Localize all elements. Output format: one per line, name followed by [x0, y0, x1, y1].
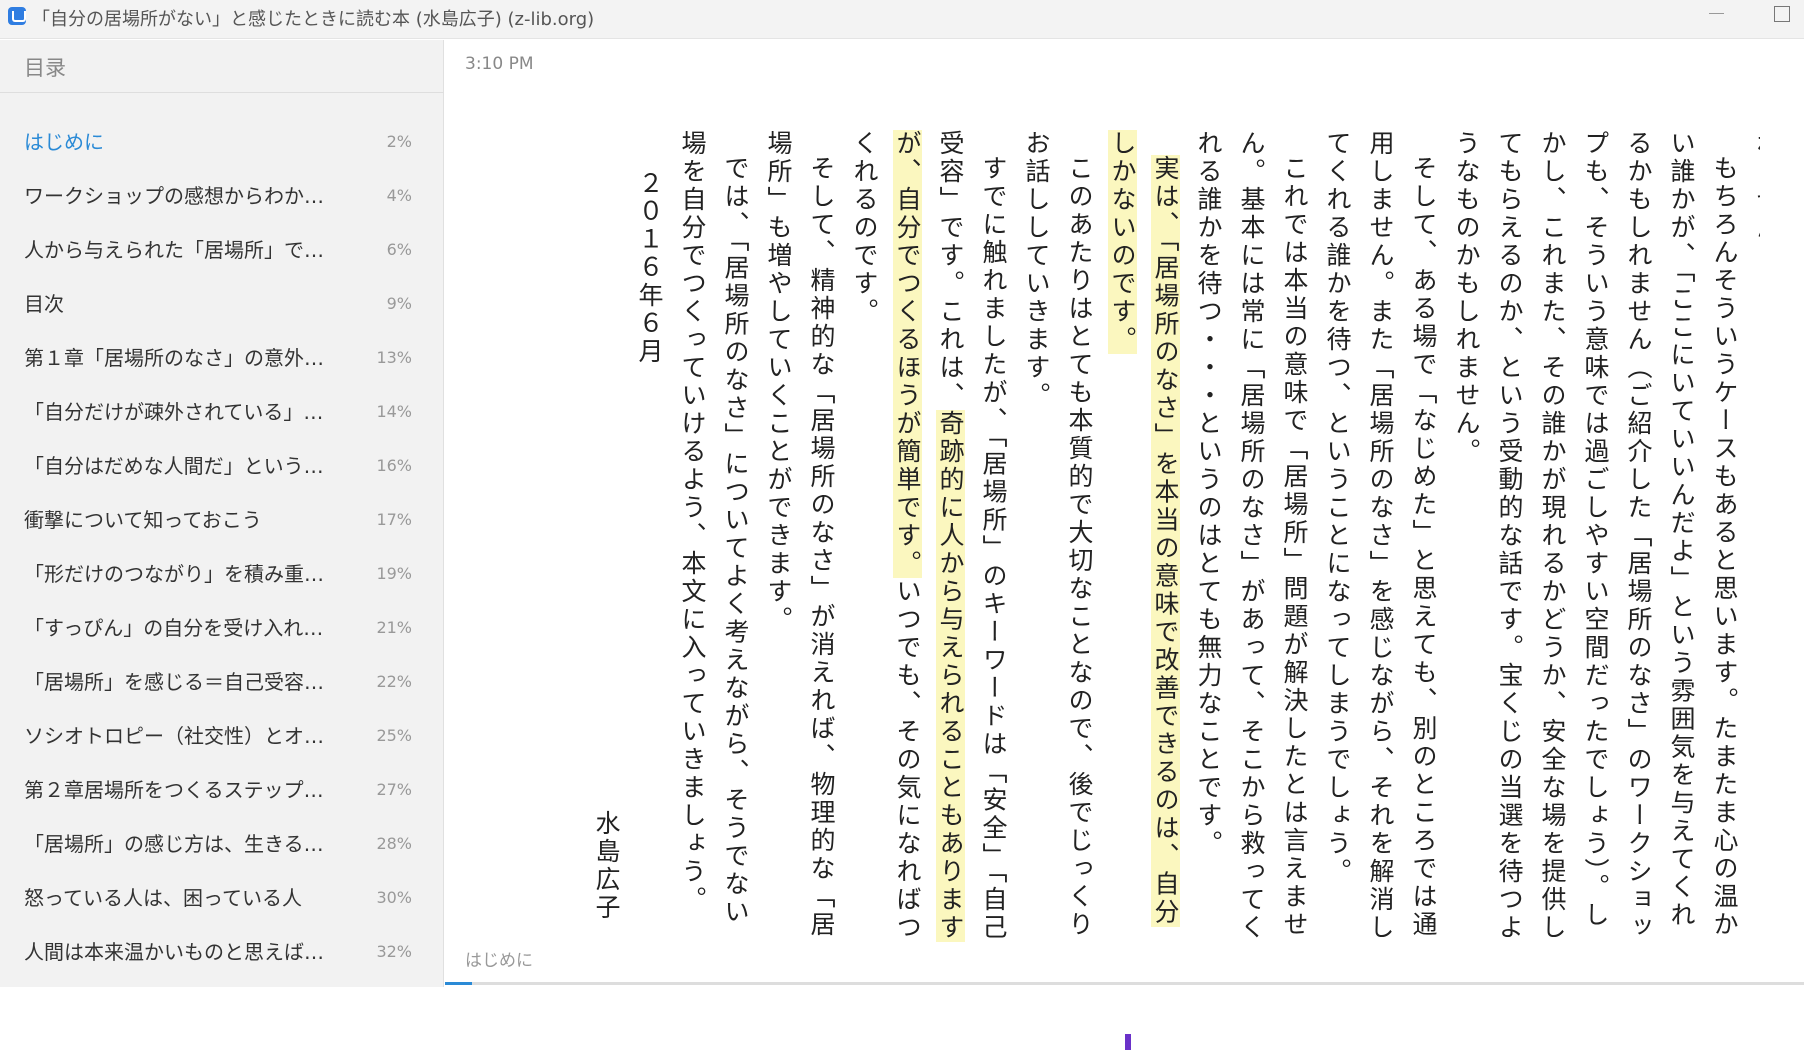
toc-item-percent: 6% — [386, 240, 412, 259]
toc-item-label: 第２章居場所をつくるステップ… — [24, 778, 324, 802]
toc-item[interactable]: 「居場所」の感じ方は、生きる… 28% — [0, 830, 444, 884]
toc-item-label: はじめに — [24, 130, 104, 154]
toc-item-label: 「自分はだめな人間だ」という… — [24, 454, 324, 478]
toc-item-percent: 14% — [376, 402, 412, 421]
toc-item-label: ソシオトロピー（社交性）とオ… — [24, 724, 324, 748]
paragraph: もちろんそういうケースもあると思います。たまたま心の温かい誰かが、「ここにいてい… — [1452, 130, 1739, 942]
paragraph: これでは本当の意味で「居場所」問題が解決したとは言えません。基本には常に「居場所… — [1194, 130, 1309, 942]
toc-item-label: 「居場所」を感じる＝自己受容… — [24, 670, 324, 694]
table-of-contents-sidebar: 目录 はじめに 2% ワークショップの感想からわか… 4% 人から与えられた「居場所」で… — [0, 40, 444, 987]
toc-item-label: 「自分だけが疎外されている」… — [24, 400, 324, 424]
book-app-icon — [8, 7, 26, 25]
title-bar: 「自分の居場所がない」と感じたときに読む本 (水島広子) (z-lib.org) — [0, 0, 1804, 39]
toc-item[interactable]: 第１章「居場所のなさ」の意外… 13% — [0, 344, 444, 398]
date-line: ２０１６年６月 — [635, 170, 664, 366]
toc-item-percent: 4% — [386, 186, 412, 205]
reader-pane[interactable]: 3:10 PM れません。 もちろんそういうケースもあると思います。たまたま心の… — [445, 40, 1804, 987]
toc-item-percent: 16% — [376, 456, 412, 475]
toc-item-percent: 21% — [376, 618, 412, 637]
toc-item[interactable]: 衝撃について知っておこう 17% — [0, 506, 444, 560]
vertical-text: れません。 もちろんそういうケースもあると思います。たまたま心の温かい誰かが、「… — [585, 130, 1760, 950]
toc-item[interactable]: 「すっぴん」の自分を受け入れ… 21% — [0, 614, 444, 668]
toc-item[interactable]: 「形だけのつながり」を積み重… 19% — [0, 560, 444, 614]
chapter-footer: はじめに — [465, 951, 533, 971]
toc-item-percent: 27% — [376, 780, 412, 799]
toc-item-label: 「すっぴん」の自分を受け入れ… — [24, 616, 324, 640]
toc-item-percent: 25% — [376, 726, 412, 745]
paragraph-highlighted: 実は、「居場所のなさ」を本当の意味で改善できるのは、自分しかないのです。 — [1101, 130, 1187, 950]
toc-item[interactable]: 人から与えられた「居場所」で… 6% — [0, 236, 444, 290]
toc-item-percent: 17% — [376, 510, 412, 529]
toc-item-percent: 2% — [386, 132, 412, 151]
divider — [0, 92, 444, 93]
toc-item[interactable]: 「自分だけが疎外されている」… 14% — [0, 398, 444, 452]
toc-item-label: 「居場所」の感じ方は、生きる… — [24, 832, 324, 856]
toc-header: 目录 — [24, 56, 66, 80]
highlight[interactable]: 実は、「居場所のなさ」を本当の意味で改善できるのは、自分しかないのです。 — [1108, 130, 1180, 927]
toc-item-percent: 13% — [376, 348, 412, 367]
toc-item[interactable]: 「居場所」を感じる＝自己受容… 22% — [0, 668, 444, 722]
toc-item-percent: 32% — [376, 942, 412, 961]
toc-item-percent: 30% — [376, 888, 412, 907]
toc-item[interactable]: 第２章居場所をつくるステップ… 27% — [0, 776, 444, 830]
toc-item-percent: 9% — [386, 294, 412, 313]
toc-item[interactable]: ソシオトロピー（社交性）とオ… 25% — [0, 722, 444, 776]
reading-progress-fill — [445, 982, 472, 985]
minimize-icon[interactable] — [1705, 11, 1729, 31]
paragraph: そして、精神的な「居場所のなさ」が消えれば、物理的な「居場所」も増やしていくこと… — [764, 130, 836, 939]
toc-item[interactable]: 「自分はだめな人間だ」という… 16% — [0, 452, 444, 506]
reading-progress-bar[interactable] — [445, 982, 1804, 985]
paragraph: このあたりはとても本質的で大切なことなので、後でじっくりお話ししていきます。 — [1022, 130, 1094, 939]
toc-item-label: 怒っている人は、困っている人 — [24, 886, 302, 910]
author-signature: 水島広子 — [592, 810, 621, 922]
toc-item[interactable]: はじめに 2% — [0, 128, 444, 182]
toc-item-percent: 19% — [376, 564, 412, 583]
window-title: 「自分の居場所がない」と感じたときに読む本 (水島広子) (z-lib.org) — [32, 9, 595, 30]
toc-list: はじめに 2% ワークショップの感想からわか… 4% 人から与えられた「居場所」で… 6%… — [0, 128, 444, 992]
toc-item-label: 人間は本来温かいものと思えば… — [24, 940, 324, 964]
toc-item-label: 目次 — [24, 292, 64, 316]
toc-item[interactable]: 怒っている人は、困っている人 30% — [0, 884, 444, 938]
bottom-area — [0, 987, 1804, 1051]
toc-item-label: 「形だけのつながり」を積み重… — [24, 562, 324, 586]
paragraph: では、「居場所のなさ」についてよく考えながら、そうでない場を自分でつくっていける… — [678, 130, 750, 927]
text-cursor-icon — [1125, 1034, 1131, 1050]
toc-item-label: 人から与えられた「居場所」で… — [24, 238, 324, 262]
paragraph: そして、ある場で「なじめた」と思えても、別のところでは通用しません。また「居場所… — [1323, 130, 1438, 942]
book-page[interactable]: れません。 もちろんそういうケースもあると思います。たまたま心の温かい誰かが、「… — [585, 130, 1760, 950]
toc-item-label: ワークショップの感想からわか… — [24, 184, 324, 208]
toc-item[interactable]: ワークショップの感想からわか… 4% — [0, 182, 444, 236]
maximize-icon[interactable] — [1774, 6, 1790, 22]
toc-item-percent: 28% — [376, 834, 412, 853]
toc-item-label: 第１章「居場所のなさ」の意外… — [24, 346, 324, 370]
toc-item[interactable]: 人間は本来温かいものと思えば… 32% — [0, 938, 444, 992]
toc-item[interactable]: 目次 9% — [0, 290, 444, 344]
paragraph-fragment: れません。 — [1753, 130, 1760, 270]
paragraph-mixed: すでに触れましたが、「居場所」のキーワードは「安全」「自己受容」です。これは、奇… — [843, 130, 1015, 950]
toc-item-percent: 22% — [376, 672, 412, 691]
toc-item-label: 衝撃について知っておこう — [24, 508, 262, 532]
clock: 3:10 PM — [465, 54, 534, 74]
